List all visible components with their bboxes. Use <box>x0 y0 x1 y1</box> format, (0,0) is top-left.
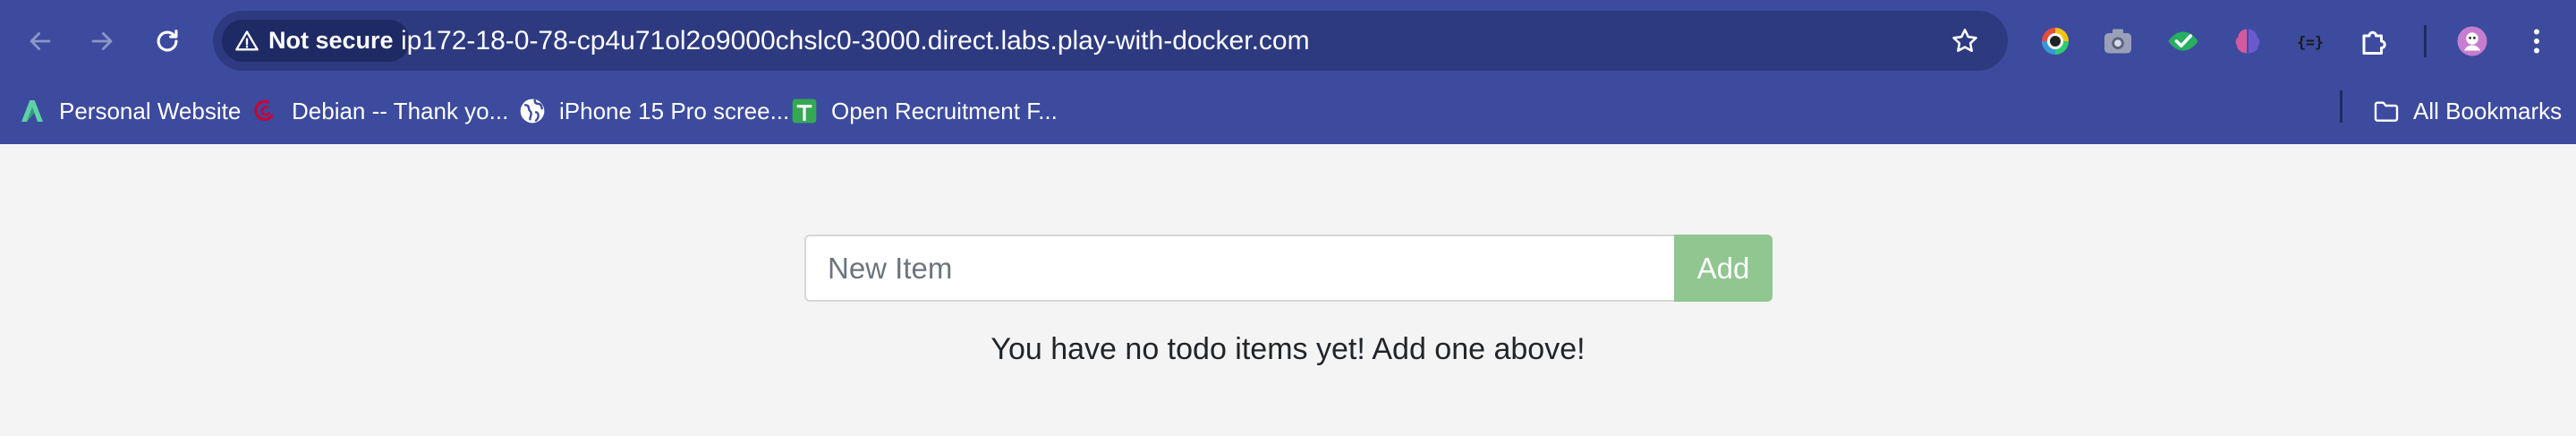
json-extension-icon: {=} <box>2297 34 2324 51</box>
url-text[interactable]: ip172-18-0-78-cp4u71ol2o9000chslc0-3000.… <box>401 26 1310 56</box>
bookmark-debian[interactable]: Debian -- Thank yo... <box>251 90 508 132</box>
add-item-button[interactable]: Add <box>1674 235 1773 302</box>
security-label: Not secure <box>268 27 394 54</box>
google-forms-icon <box>792 98 817 124</box>
bookmark-label: Personal Website <box>59 97 242 124</box>
bookmarks-bar: Personal Website Debian -- Thank yo... i… <box>0 81 2576 144</box>
camera-extension-icon <box>2104 29 2131 54</box>
warning-triangle-icon <box>235 30 259 50</box>
profile-button[interactable] <box>2453 21 2492 61</box>
browser-chrome: Not secure ip172-18-0-78-cp4u71ol2o9000c… <box>0 0 2576 144</box>
browser-toolbar: Not secure ip172-18-0-78-cp4u71ol2o9000c… <box>0 0 2576 81</box>
extensions-button[interactable] <box>2355 21 2394 61</box>
bookmarks-divider <box>2340 90 2342 123</box>
security-indicator[interactable]: Not secure <box>222 20 410 62</box>
debian-logo-icon <box>254 99 274 121</box>
all-bookmarks-label: All Bookmarks <box>2413 97 2563 124</box>
back-button[interactable] <box>18 19 63 64</box>
forward-button[interactable] <box>80 19 124 64</box>
new-item-input[interactable] <box>804 235 1674 302</box>
bookmark-iphone-15-pro[interactable]: iPhone 15 Pro scree... <box>518 90 789 132</box>
bookmark-open-recruitment[interactable]: Open Recruitment F... <box>790 90 1058 132</box>
bookmark-label: Debian -- Thank yo... <box>292 97 509 124</box>
site-logo-icon <box>21 100 43 122</box>
reload-icon <box>157 30 178 52</box>
globe-icon <box>520 98 545 124</box>
brain-extension-button[interactable] <box>2228 21 2267 61</box>
toolbar-divider <box>2424 25 2427 57</box>
profile-avatar <box>2457 26 2487 56</box>
folder-icon <box>2374 101 2399 122</box>
arrow-left-icon <box>30 32 51 50</box>
svg-text:{=}: {=} <box>2297 34 2324 51</box>
bookmark-label: iPhone 15 Pro scree... <box>559 97 790 124</box>
reload-button[interactable] <box>145 19 190 64</box>
bookmark-label: Open Recruitment F... <box>831 97 1058 124</box>
new-item-form: Add <box>804 235 1773 302</box>
star-icon <box>1952 28 1977 53</box>
color-picker-extension-button[interactable] <box>2036 21 2075 61</box>
all-bookmarks-button[interactable]: All Bookmarks <box>2372 90 2562 132</box>
color-picker-extension-icon <box>2042 28 2069 55</box>
brain-extension-icon <box>2235 29 2260 54</box>
empty-state-message: You have no todo items yet! Add one abov… <box>990 332 1586 366</box>
puzzle-extensions-icon <box>2362 30 2386 55</box>
browser-menu-button[interactable] <box>2517 21 2556 61</box>
json-extension-button[interactable]: {=} <box>2291 21 2330 61</box>
eye-check-extension-icon <box>2168 31 2198 51</box>
kebab-menu-icon <box>2534 29 2539 54</box>
address-bar[interactable]: Not secure ip172-18-0-78-cp4u71ol2o9000c… <box>213 11 2008 71</box>
arrow-right-icon <box>91 32 113 50</box>
todo-app-page: Add You have no todo items yet! Add one … <box>0 144 2576 436</box>
bookmark-personal-website[interactable]: Personal Website <box>18 90 241 132</box>
camera-extension-button[interactable] <box>2098 21 2138 61</box>
bookmark-star-button[interactable] <box>1947 23 1983 59</box>
eye-check-extension-button[interactable] <box>2164 21 2203 61</box>
